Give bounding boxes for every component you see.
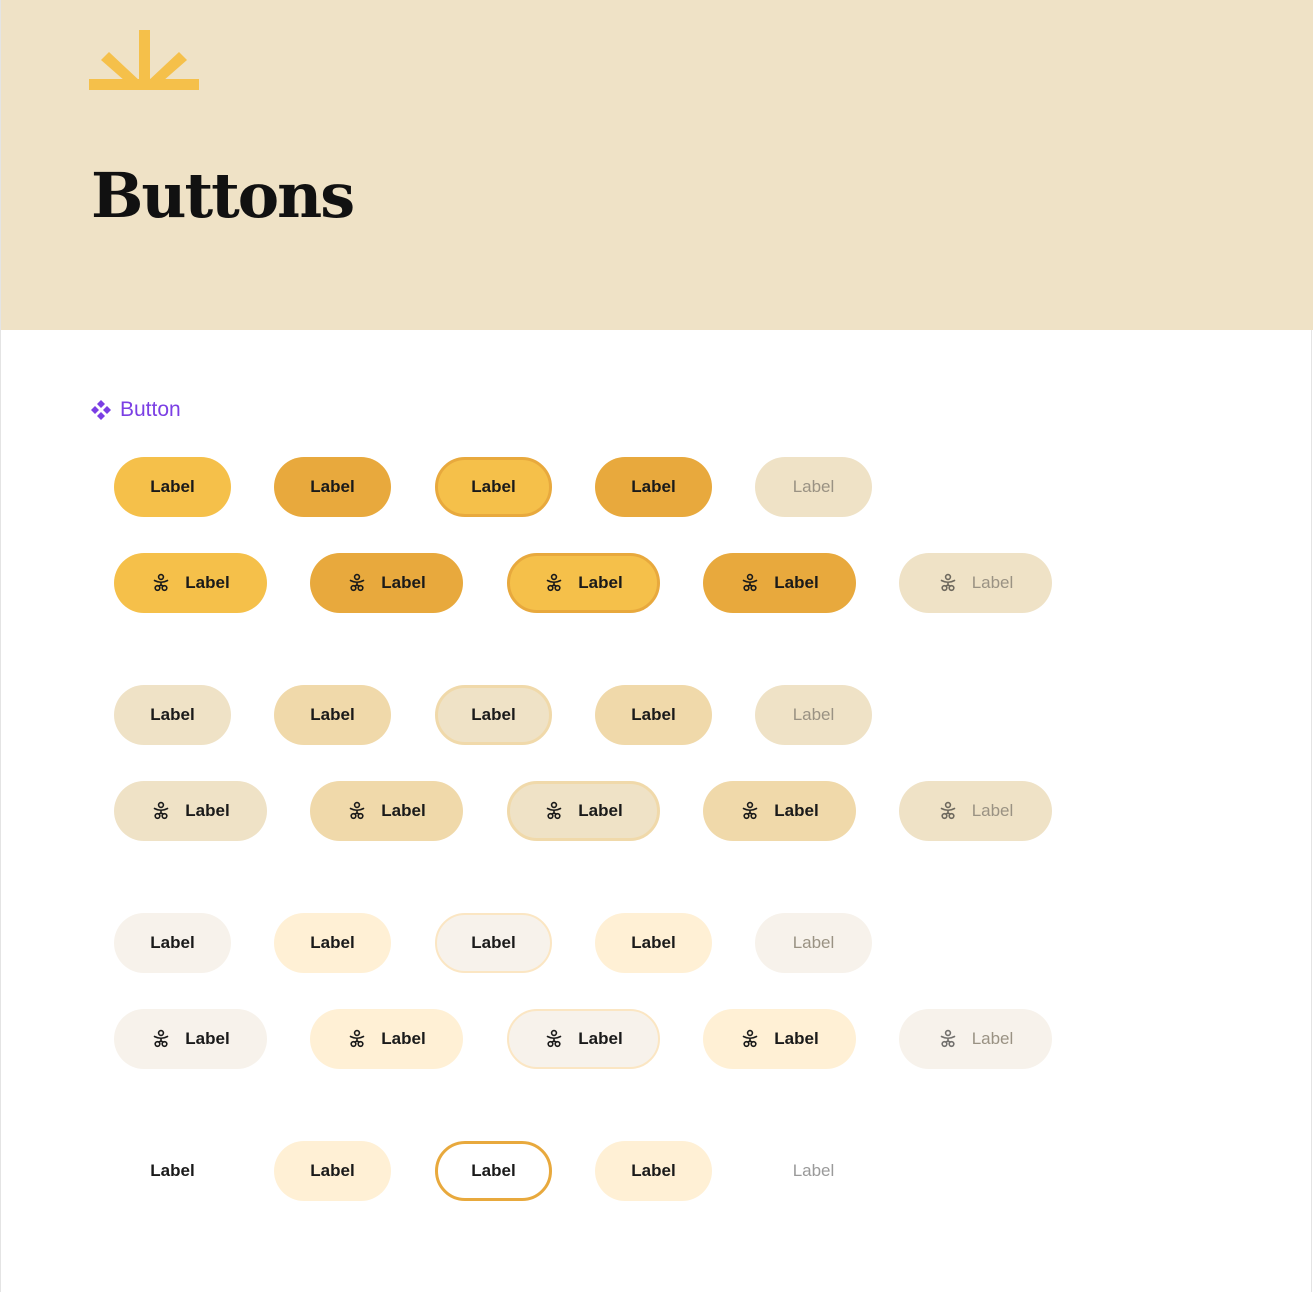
tertiary-button-hover-with-icon[interactable]: Label <box>310 1009 463 1069</box>
button-label: Label <box>774 573 819 592</box>
button-label: Label <box>381 801 426 820</box>
button-label: Label <box>185 1029 230 1048</box>
button-label: Label <box>150 705 195 724</box>
person-icon <box>347 1029 367 1049</box>
ghost-button-disabled[interactable]: Label <box>755 1141 872 1201</box>
secondary-button-active-with-icon[interactable]: Label <box>703 781 856 841</box>
person-icon <box>544 801 564 821</box>
button-label: Label <box>310 1161 355 1180</box>
button-label: Label <box>631 705 676 724</box>
button-label: Label <box>774 801 819 820</box>
button-label: Label <box>150 477 195 496</box>
person-icon <box>151 801 171 821</box>
button-label: Label <box>185 801 230 820</box>
person-icon <box>938 1029 958 1049</box>
ghost-button-hover[interactable]: Label <box>274 1141 391 1201</box>
person-icon <box>938 801 958 821</box>
button-label: Label <box>381 573 426 592</box>
tertiary-button-disabled[interactable]: Label <box>755 913 872 973</box>
button-label: Label <box>310 705 355 724</box>
primary-button-disabled-with-icon[interactable]: Label <box>899 553 1052 613</box>
person-icon <box>347 801 367 821</box>
button-label: Label <box>631 477 676 496</box>
secondary-button-hover-with-icon[interactable]: Label <box>310 781 463 841</box>
button-label: Label <box>150 933 195 952</box>
primary-button-default-with-icon[interactable]: Label <box>114 553 267 613</box>
ghost-button-focus[interactable]: Label <box>435 1141 552 1201</box>
page-title: Buttons <box>91 159 355 232</box>
button-label: Label <box>471 705 516 724</box>
button-label: Label <box>310 477 355 496</box>
sun-rays-logo <box>89 30 199 90</box>
primary-button-focus[interactable]: Label <box>435 457 552 517</box>
person-icon <box>544 573 564 593</box>
button-label: Label <box>792 1161 835 1180</box>
person-icon <box>151 1029 171 1049</box>
component-label[interactable]: Button <box>90 398 181 422</box>
primary-button-hover-with-icon[interactable]: Label <box>310 553 463 613</box>
button-label: Label <box>774 1029 819 1048</box>
secondary-button-focus[interactable]: Label <box>435 685 552 745</box>
secondary-button-disabled-with-icon[interactable]: Label <box>899 781 1052 841</box>
person-icon <box>544 1029 564 1049</box>
component-icon <box>91 400 111 420</box>
button-label: Label <box>185 573 230 592</box>
tertiary-button-active-with-icon[interactable]: Label <box>703 1009 856 1069</box>
primary-button-default[interactable]: Label <box>114 457 231 517</box>
person-icon <box>151 573 171 593</box>
button-label: Label <box>310 933 355 952</box>
button-label: Label <box>631 933 676 952</box>
ghost-button-active[interactable]: Label <box>595 1141 712 1201</box>
button-label: Label <box>578 1029 623 1048</box>
tertiary-button-active[interactable]: Label <box>595 913 712 973</box>
primary-button-disabled[interactable]: Label <box>755 457 872 517</box>
page-header: Buttons <box>1 0 1313 330</box>
component-name: Button <box>120 398 181 421</box>
person-icon <box>740 1029 760 1049</box>
secondary-button-disabled[interactable]: Label <box>755 685 872 745</box>
button-label: Label <box>971 1029 1014 1048</box>
primary-button-active-with-icon[interactable]: Label <box>703 553 856 613</box>
person-icon <box>740 573 760 593</box>
canvas-frame: Buttons Button Label Label Label Label Label… <box>0 0 1313 1292</box>
tertiary-button-focus[interactable]: Label <box>435 913 552 973</box>
tertiary-button-hover[interactable]: Label <box>274 913 391 973</box>
secondary-button-focus-with-icon[interactable]: Label <box>507 781 660 841</box>
button-label: Label <box>578 573 623 592</box>
person-icon <box>347 573 367 593</box>
primary-button-focus-with-icon[interactable]: Label <box>507 553 660 613</box>
button-label: Label <box>971 573 1014 592</box>
button-label: Label <box>578 801 623 820</box>
tertiary-button-default[interactable]: Label <box>114 913 231 973</box>
tertiary-button-focus-with-icon[interactable]: Label <box>507 1009 660 1069</box>
button-label: Label <box>150 1161 195 1180</box>
secondary-button-default[interactable]: Label <box>114 685 231 745</box>
tertiary-button-disabled-with-icon[interactable]: Label <box>899 1009 1052 1069</box>
person-icon <box>740 801 760 821</box>
secondary-button-default-with-icon[interactable]: Label <box>114 781 267 841</box>
secondary-button-hover[interactable]: Label <box>274 685 391 745</box>
button-label: Label <box>471 933 516 952</box>
button-label: Label <box>792 933 835 952</box>
button-label: Label <box>471 1161 516 1180</box>
tertiary-button-default-with-icon[interactable]: Label <box>114 1009 267 1069</box>
button-label: Label <box>792 477 835 496</box>
button-label: Label <box>971 801 1014 820</box>
secondary-button-active[interactable]: Label <box>595 685 712 745</box>
primary-button-active[interactable]: Label <box>595 457 712 517</box>
button-label: Label <box>471 477 516 496</box>
person-icon <box>938 573 958 593</box>
button-label: Label <box>792 705 835 724</box>
primary-button-hover[interactable]: Label <box>274 457 391 517</box>
button-label: Label <box>631 1161 676 1180</box>
ghost-button-default[interactable]: Label <box>114 1141 231 1201</box>
button-label: Label <box>381 1029 426 1048</box>
